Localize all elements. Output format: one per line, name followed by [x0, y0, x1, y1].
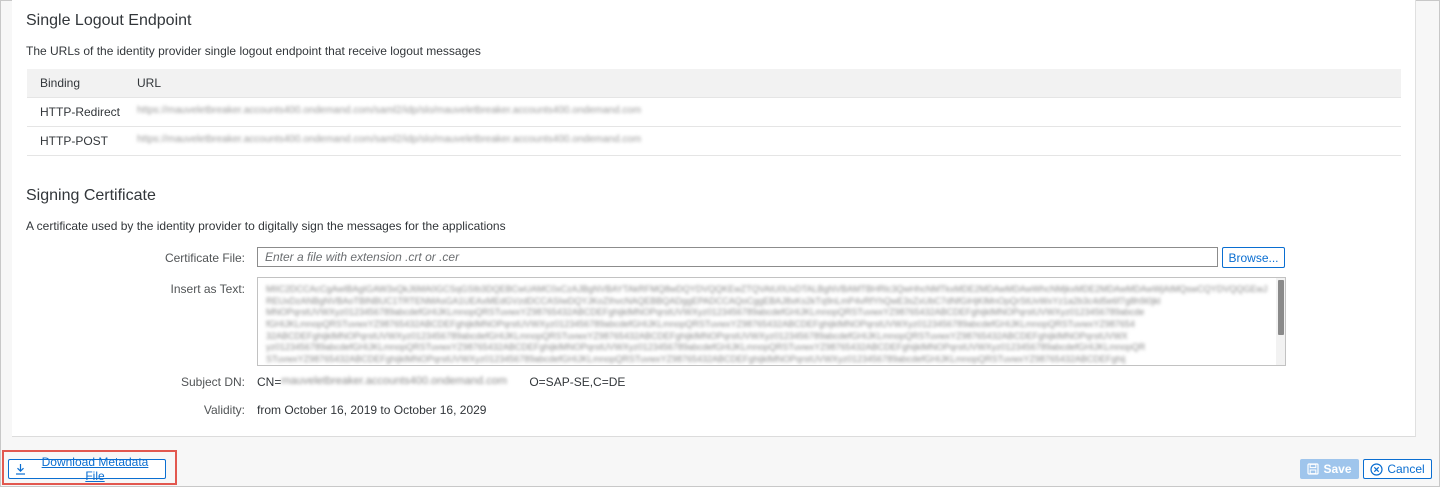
content-panel: Single Logout Endpoint The URLs of the i… — [12, 0, 1416, 437]
insert-as-text-label: Insert as Text: — [170, 282, 245, 296]
url-cell-redacted: https://mauveletbreaker.accounts400.onde… — [137, 105, 642, 116]
certificate-text-redacted: MIIC2DCCAcCgAwIBAgIGAW3xQkJ6MA0GCSqGSIb3… — [266, 284, 1271, 365]
browse-button[interactable]: Browse... — [1222, 247, 1285, 268]
save-button[interactable]: Save — [1300, 459, 1359, 479]
cancel-button[interactable]: Cancel — [1363, 459, 1432, 479]
slo-table-header: Binding URL — [27, 69, 1401, 98]
subject-dn-prefix: CN= — [257, 375, 282, 389]
binding-cell: HTTP-POST — [40, 134, 108, 148]
url-cell-redacted: https://mauveletbreaker.accounts400.onde… — [137, 134, 642, 145]
table-row[interactable]: HTTP-Redirect https://mauveletbreaker.ac… — [27, 98, 1401, 127]
cancel-label: Cancel — [1387, 462, 1425, 476]
download-metadata-button[interactable]: Download Metadata File — [8, 455, 166, 483]
dialog-footer — [0, 449, 1438, 485]
certificate-text-area[interactable]: MIIC2DCCAcCgAwIBAgIGAW3xQkJ6MA0GCSqGSIb3… — [257, 277, 1286, 366]
cancel-circle-icon — [1370, 462, 1383, 476]
slo-section-title: Single Logout Endpoint — [26, 12, 192, 29]
certificate-line: STuvwxYZ98765432ABCDEFghijklMNOPqrstUVWX… — [266, 354, 1126, 365]
signing-section-description: A certificate used by the identity provi… — [26, 219, 506, 233]
slo-table: Binding URL HTTP-Redirect https://mauvel… — [27, 69, 1401, 156]
save-label: Save — [1323, 462, 1352, 476]
validity-label: Validity: — [203, 403, 245, 417]
binding-cell: HTTP-Redirect — [40, 105, 121, 119]
save-icon — [1307, 463, 1320, 475]
certificate-file-input[interactable] — [257, 247, 1218, 267]
certificate-line: MNOPqrstUVWXyz0123456789abcdefGHIJKLmnop… — [266, 307, 1145, 318]
signing-section-title: Signing Certificate — [26, 187, 156, 204]
binding-column-header: Binding — [40, 76, 81, 90]
download-icon — [15, 463, 26, 475]
url-column-header: URL — [137, 76, 162, 90]
subject-dn-value: CN=mauveletbreaker.accounts400.ondemand.… — [257, 375, 625, 389]
validity-value: from October 16, 2019 to October 16, 202… — [257, 403, 487, 417]
scrollbar-thumb[interactable] — [1278, 280, 1284, 335]
download-metadata-label: Download Metadata File — [41, 455, 149, 483]
certificate-line: MIIC2DCCAcCgAwIBAgIGAW3xQkJ6MA0GCSqGSIb3… — [266, 284, 1268, 294]
subject-dn-suffix: O=SAP-SE,C=DE — [529, 375, 626, 389]
certificate-line: fGHIJKLmnopQRSTuvwxYZ98765432ABCDEFghijk… — [266, 319, 1135, 330]
certificate-file-label: Certificate File: — [164, 251, 245, 265]
subject-dn-label: Subject DN: — [180, 375, 245, 389]
certificate-scrollbar[interactable] — [1276, 278, 1285, 365]
certificate-line: 32ABCDEFghijklMNOPqrstUVWXyz0123456789ab… — [266, 330, 1128, 341]
subject-dn-redacted: mauveletbreaker.accounts400.ondemand.com — [281, 375, 507, 387]
slo-section-description: The URLs of the identity provider single… — [26, 44, 481, 58]
certificate-line: REUxDzANBgNVBAoTBlNBUC1TRTENMAsGA1UEAxME… — [266, 295, 1161, 306]
table-row[interactable]: HTTP-POST https://mauveletbreaker.accoun… — [27, 127, 1401, 156]
certificate-line: yz0123456789abcdefGHIJKLmnopQRSTuvwxYZ98… — [266, 342, 1146, 353]
